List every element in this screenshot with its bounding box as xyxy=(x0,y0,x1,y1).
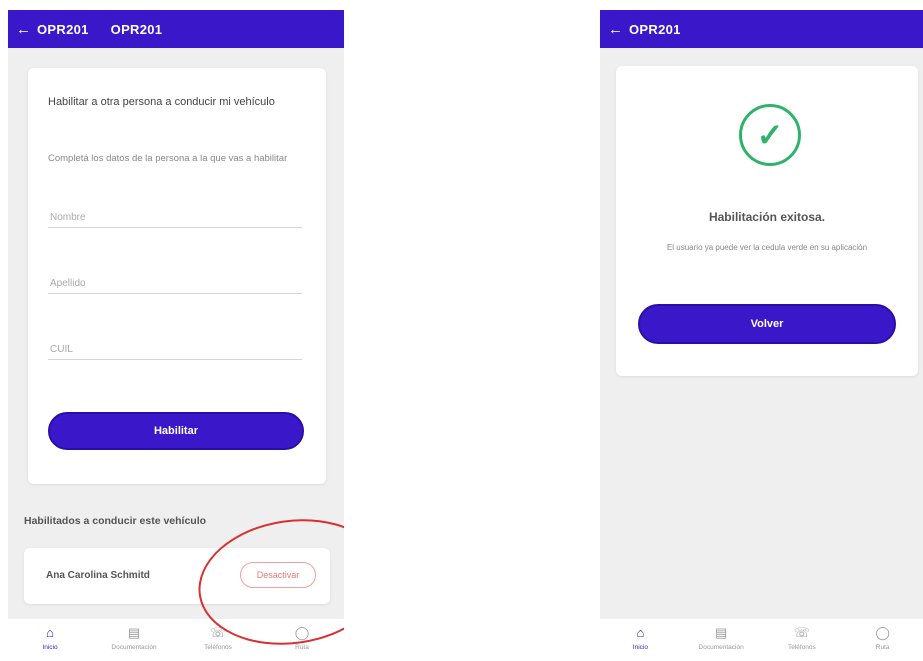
tab-inicio[interactable]: ⌂ Inicio xyxy=(605,625,675,651)
success-title: Habilitación exitosa. xyxy=(708,210,826,224)
bottom-tab-bar: ⌂ Inicio ▤ Documentación ☏ Teléfonos ◯ R… xyxy=(600,619,923,661)
check-icon: ✓ xyxy=(756,117,784,153)
right-phone-screen: ← OPR201 ✓ Habilitación exitosa. El usua… xyxy=(600,10,923,661)
home-icon: ⌂ xyxy=(46,625,54,640)
tab-label: Teléfonos xyxy=(787,644,816,651)
tab-ruta[interactable]: ◯ Ruta xyxy=(267,625,337,651)
success-card: ✓ Habilitación exitosa. El usuario ya pu… xyxy=(616,66,918,376)
arrow-left-icon[interactable]: ← xyxy=(608,21,623,38)
arrow-left-icon[interactable]: ← xyxy=(16,21,31,38)
tab-documentacion[interactable]: ▤ Documentación xyxy=(686,625,756,651)
helmet-icon: ◯ xyxy=(294,625,310,640)
desactivar-button[interactable]: Desactivar xyxy=(240,562,316,588)
cuil-field[interactable] xyxy=(48,340,302,360)
app-header: ← OPR201 xyxy=(600,10,923,48)
apellido-field[interactable] xyxy=(48,274,302,294)
volver-button[interactable]: Volver xyxy=(638,304,896,344)
tab-label: Ruta xyxy=(295,644,309,651)
form-subtitle: Completá los datos de la persona a la qu… xyxy=(48,153,288,164)
home-icon: ⌂ xyxy=(636,625,645,640)
driver-name: Ana Carolina Schmitd xyxy=(46,570,150,581)
tab-label: Ruta xyxy=(875,644,890,651)
tab-label: Documentación xyxy=(111,644,157,651)
helmet-icon: ◯ xyxy=(875,625,890,640)
bottom-tab-bar: ⌂ Inicio ▤ Documentación ☏ Teléfonos ◯ R… xyxy=(8,619,344,661)
tab-label: Inicio xyxy=(632,644,648,651)
form-title: Habilitar a otra persona a conducir mi v… xyxy=(48,96,275,108)
document-icon: ▤ xyxy=(714,625,728,640)
header-plate-2: OPR201 xyxy=(110,21,163,37)
header-plate: OPR201 xyxy=(629,21,681,37)
phone-icon: ☏ xyxy=(209,625,227,640)
app-header: ← OPR201 OPR201 xyxy=(8,10,344,48)
enable-driver-form-card: Habilitar a otra persona a conducir mi v… xyxy=(28,68,326,484)
check-circle-icon: ✓ xyxy=(739,104,801,166)
authorized-drivers-title: Habilitados a conducir este vehículo xyxy=(24,515,207,527)
habilitar-button[interactable]: Habilitar xyxy=(48,412,304,450)
tab-ruta[interactable]: ◯ Ruta xyxy=(848,625,918,651)
left-phone-screen: ← OPR201 OPR201 Habilitar a otra persona… xyxy=(8,10,344,661)
nombre-field[interactable] xyxy=(48,208,302,228)
header-plate-1: OPR201 xyxy=(37,21,89,37)
tab-label: Documentación xyxy=(698,644,744,651)
document-icon: ▤ xyxy=(127,625,141,640)
tab-telefonos[interactable]: ☏ Teléfonos xyxy=(183,625,253,651)
tab-documentacion[interactable]: ▤ Documentación xyxy=(99,625,169,651)
phone-icon: ☏ xyxy=(793,625,810,640)
tab-label: Inicio xyxy=(42,644,58,651)
success-message: El usuario ya puede ver la cedula verde … xyxy=(666,243,868,252)
authorized-driver-row: Ana Carolina Schmitd Desactivar xyxy=(24,548,330,604)
tab-inicio[interactable]: ⌂ Inicio xyxy=(15,625,85,651)
tab-telefonos[interactable]: ☏ Teléfonos xyxy=(767,625,837,651)
tab-label: Teléfonos xyxy=(204,644,232,651)
